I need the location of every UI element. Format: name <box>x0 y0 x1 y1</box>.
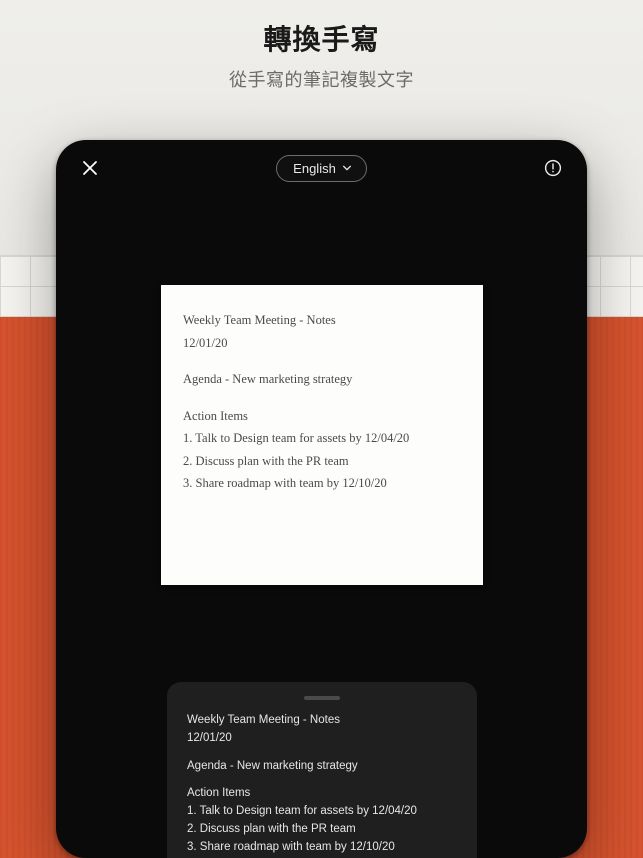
tablet-frame: English Weekly Team Meeting - Notes 12/0… <box>56 140 587 858</box>
converted-line: 12/01/20 <box>187 730 457 748</box>
handwritten-line: 3. Share roadmap with team by 12/10/20 <box>183 472 461 495</box>
converted-text-sheet[interactable]: Weekly Team Meeting - Notes 12/01/20 Age… <box>167 682 477 858</box>
promo-title: 轉換手寫 <box>0 18 643 58</box>
converted-line: 1. Talk to Design team for assets by 12/… <box>187 803 457 821</box>
top-toolbar: English <box>56 140 587 196</box>
close-icon <box>82 160 98 176</box>
handwritten-line: Weekly Team Meeting - Notes <box>183 309 461 332</box>
handwritten-note: Weekly Team Meeting - Notes 12/01/20 Age… <box>161 285 483 585</box>
language-label: English <box>293 161 336 176</box>
handwritten-line: 2. Discuss plan with the PR team <box>183 450 461 473</box>
promo-subtitle: 從手寫的筆記複製文字 <box>0 66 643 92</box>
sheet-drag-handle[interactable] <box>304 696 340 700</box>
language-selector[interactable]: English <box>276 155 367 182</box>
chevron-down-icon <box>342 163 352 173</box>
handwritten-line: Agenda - New marketing strategy <box>183 368 461 391</box>
alert-icon <box>544 159 562 177</box>
handwritten-line: 1. Talk to Design team for assets by 12/… <box>183 427 461 450</box>
close-button[interactable] <box>74 152 106 184</box>
converted-line: Action Items <box>187 785 457 803</box>
handwritten-line: 12/01/20 <box>183 332 461 355</box>
handwritten-line: Action Items <box>183 405 461 428</box>
converted-line: 3. Share roadmap with team by 12/10/20 <box>187 839 457 857</box>
converted-line: Agenda - New marketing strategy <box>187 758 457 776</box>
promo-header: 轉換手寫 從手寫的筆記複製文字 <box>0 18 643 92</box>
converted-line: Weekly Team Meeting - Notes <box>187 712 457 730</box>
report-button[interactable] <box>537 152 569 184</box>
converted-line: 2. Discuss plan with the PR team <box>187 821 457 839</box>
